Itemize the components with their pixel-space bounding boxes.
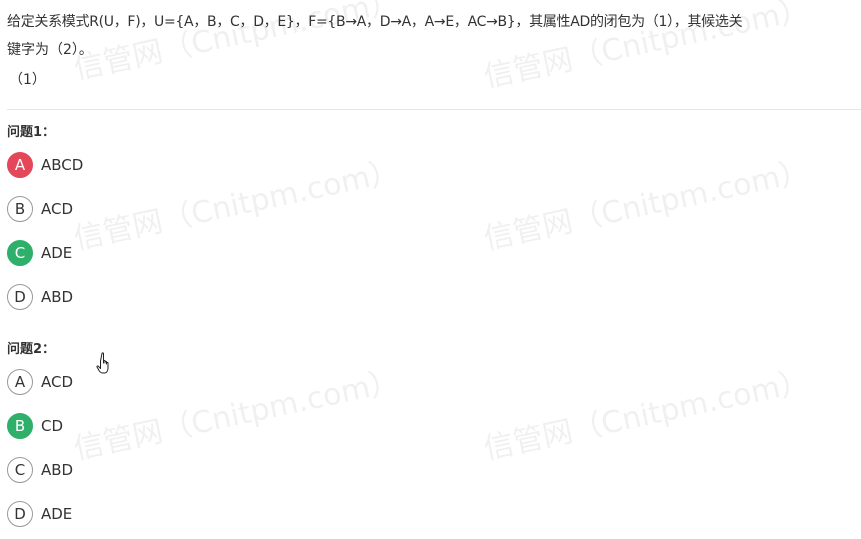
option-text: ACD xyxy=(41,373,74,391)
option-letter-badge: C xyxy=(7,240,33,266)
question-page: 信管网（Cnitpm.com） 信管网（Cnitpm.com） 信管网（Cnit… xyxy=(0,0,861,539)
option-b[interactable]: B ACD xyxy=(7,195,607,223)
option-letter-badge: A xyxy=(7,369,33,395)
option-text: ABCD xyxy=(41,156,84,174)
question-1: 问题1： A ABCD B ACD C ADE D ABD xyxy=(7,124,607,311)
option-text: ADE xyxy=(41,505,73,523)
option-c[interactable]: C ADE xyxy=(7,239,607,267)
stem-line-1: 给定关系模式R(U，F)，U={A，B，C，D，E}，F={B→A，D→A，A→… xyxy=(7,14,743,30)
option-b[interactable]: B CD xyxy=(7,412,607,440)
option-c[interactable]: C ABD xyxy=(7,456,607,484)
option-d[interactable]: D ABD xyxy=(7,283,607,311)
option-letter-badge: D xyxy=(7,284,33,310)
hand-pointer-icon xyxy=(96,352,109,374)
option-letter-badge: C xyxy=(7,457,33,483)
option-letter-badge: B xyxy=(7,413,33,439)
option-text: CD xyxy=(41,417,64,435)
stem-sub-label: （1） xyxy=(9,72,46,88)
option-a[interactable]: A ABCD xyxy=(7,151,607,179)
option-text: ACD xyxy=(41,200,74,218)
question-title: 问题1： xyxy=(7,125,56,140)
option-letter-badge: B xyxy=(7,196,33,222)
divider xyxy=(7,109,861,110)
option-text: ADE xyxy=(41,244,73,262)
option-text: ABD xyxy=(41,461,74,479)
option-d[interactable]: D ADE xyxy=(7,500,607,528)
question-stem: 给定关系模式R(U，F)，U={A，B，C，D，E}，F={B→A，D→A，A→… xyxy=(7,8,857,94)
option-letter-badge: D xyxy=(7,501,33,527)
option-letter-badge: A xyxy=(7,152,33,178)
stem-line-2: 键字为（2）。 xyxy=(7,42,93,58)
option-text: ABD xyxy=(41,288,74,306)
